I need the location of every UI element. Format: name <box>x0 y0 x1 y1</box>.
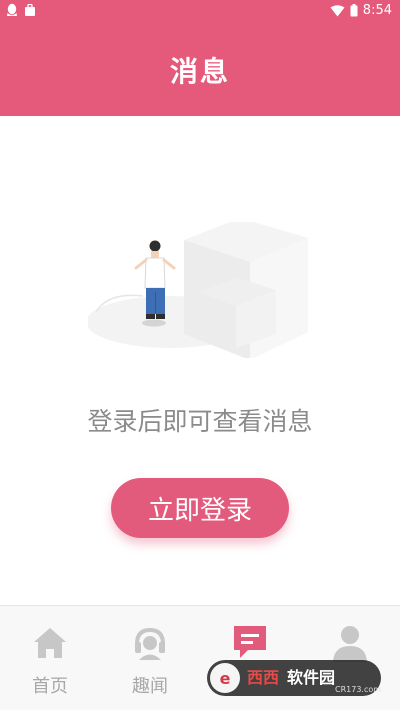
svg-text:西西: 西西 <box>247 668 279 687</box>
tab-label-home: 首页 <box>32 676 68 697</box>
notification-qq-icon <box>7 3 17 16</box>
watermark-logo: e 西西 软件园 CR173.com <box>207 660 381 696</box>
user-icon <box>333 626 367 662</box>
status-time: 8:54 <box>362 3 392 18</box>
status-bar: 8:54 <box>0 0 400 22</box>
empty-state-illustration <box>88 222 308 358</box>
tab-fun-news[interactable]: 趣闻 <box>100 606 200 710</box>
tab-label-fun-news: 趣闻 <box>132 676 168 697</box>
empty-state-message: 登录后即可查看消息 <box>87 407 313 436</box>
svg-text:e: e <box>220 669 231 688</box>
notification-bag-icon <box>25 3 35 16</box>
login-button[interactable]: 立即登录 <box>111 478 289 538</box>
tab-home[interactable]: 首页 <box>0 606 100 710</box>
page-title: 消息 <box>169 55 230 88</box>
headset-icon <box>135 627 165 660</box>
battery-icon <box>350 4 358 17</box>
wifi-icon <box>330 4 345 16</box>
app-header: 8:54 消息 <box>0 0 400 116</box>
message-icon <box>234 626 266 658</box>
svg-text:软件园: 软件园 <box>287 668 335 687</box>
home-icon <box>34 628 66 658</box>
svg-text:CR173.com: CR173.com <box>335 685 381 694</box>
